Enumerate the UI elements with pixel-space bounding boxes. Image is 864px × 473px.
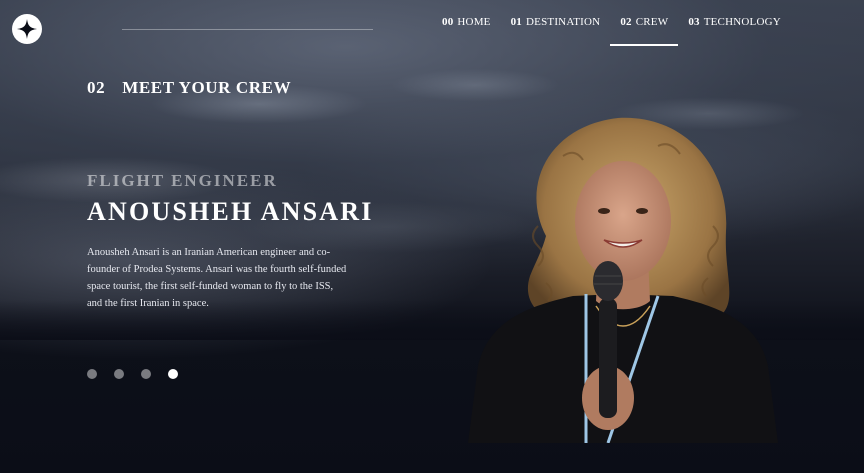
star-logo-icon[interactable]	[12, 14, 42, 44]
nav-home-label: HOME	[457, 16, 491, 28]
nav-destination[interactable]: 01 DESTINATION	[501, 0, 611, 46]
nav-crew[interactable]: 02 CREW	[610, 0, 679, 46]
carousel-dot-3[interactable]	[141, 369, 151, 379]
page-title-text: MEET YOUR CREW	[122, 78, 292, 97]
carousel-dot-4[interactable]	[168, 369, 178, 379]
nav-destination-label: DESTINATION	[526, 16, 601, 28]
crew-bio: Anousheh Ansari is an Iranian American e…	[87, 247, 347, 309]
crew-carousel-dots	[87, 369, 178, 379]
carousel-dot-2[interactable]	[114, 369, 124, 379]
nav-home[interactable]: 00 HOME	[432, 0, 501, 46]
header-divider	[122, 29, 373, 30]
nav-technology-label: TECHNOLOGY	[703, 16, 781, 28]
nav-destination-number: 01	[510, 16, 523, 28]
nav-crew-label: CREW	[635, 16, 669, 28]
page-title: 02 MEET YOUR CREW	[87, 78, 291, 98]
nav-crew-number: 02	[620, 16, 632, 28]
carousel-dot-1[interactable]	[87, 369, 97, 379]
main-nav: 00 HOME 01 DESTINATION 02 CREW 03 TECHNO…	[432, 0, 791, 46]
crew-name: ANOUSHEH ANSARI	[87, 197, 374, 226]
nav-home-number: 00	[442, 16, 454, 28]
page-title-number: 02	[87, 78, 106, 97]
nav-technology-number: 03	[688, 16, 700, 28]
crew-role: FLIGHT ENGINEER	[87, 171, 278, 190]
nav-technology[interactable]: 03 TECHNOLOGY	[678, 0, 791, 46]
crew-portrait	[468, 117, 778, 443]
